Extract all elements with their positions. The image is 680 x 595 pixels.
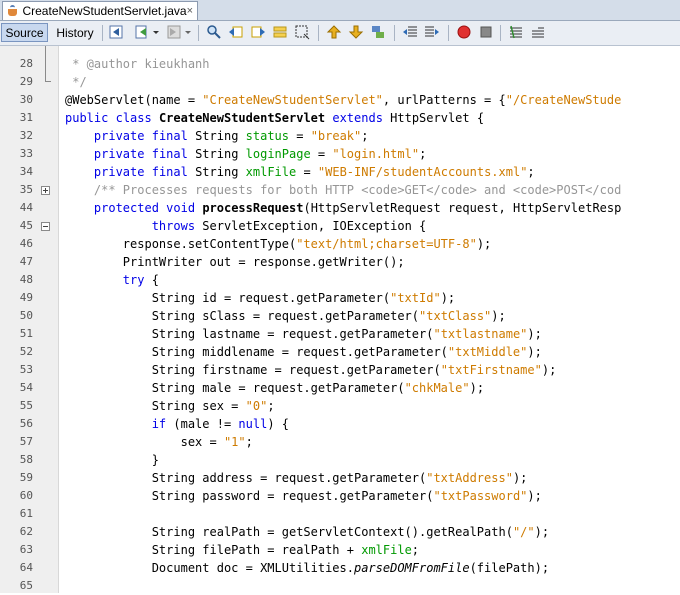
- line-number: 64: [19, 561, 33, 574]
- comment-icon[interactable]: [508, 24, 524, 40]
- close-tab-icon[interactable]: ×: [187, 5, 193, 17]
- line-number: 65: [19, 579, 33, 592]
- editor-toolbar: Source History: [0, 21, 680, 46]
- line-number: 57: [19, 435, 33, 448]
- line-number: 46: [19, 237, 33, 250]
- line-number: 51: [19, 327, 33, 340]
- source-view-button[interactable]: Source: [1, 23, 48, 42]
- code-line[interactable]: String firstname = request.getParameter(…: [65, 361, 557, 379]
- line-number: 33: [19, 147, 33, 160]
- find-next-icon[interactable]: [250, 24, 266, 40]
- last-edit-icon[interactable]: [108, 24, 124, 40]
- code-line[interactable]: private final String loginPage = "login.…: [65, 145, 426, 163]
- line-number: 45: [19, 219, 33, 232]
- code-line[interactable]: */: [65, 73, 86, 91]
- code-line[interactable]: String sex = "0";: [65, 397, 275, 415]
- code-line[interactable]: }: [65, 451, 159, 469]
- java-file-icon: [7, 5, 18, 17]
- start-macro-icon[interactable]: [456, 24, 472, 40]
- toolbar-separator: [198, 25, 199, 41]
- find-prev-icon[interactable]: [228, 24, 244, 40]
- line-number: 30: [19, 93, 33, 106]
- line-number-gutter: 28 29 30 31 32 33 34 35 44 45 46 47 48 49 50 51 52 53 54 55…: [0, 46, 59, 593]
- code-line[interactable]: String middlename = request.getParameter…: [65, 343, 542, 361]
- code-line[interactable]: Document doc = XMLUtilities.parseDOMFrom…: [65, 559, 549, 577]
- forward-icon[interactable]: [166, 24, 182, 40]
- code-line[interactable]: @WebServlet(name = "CreateNewStudentServ…: [65, 91, 621, 109]
- line-number: 31: [19, 111, 33, 124]
- forward-dropdown-icon[interactable]: [184, 24, 192, 40]
- expand-fold-icon[interactable]: [41, 186, 50, 195]
- line-number: 48: [19, 273, 33, 286]
- code-line[interactable]: response.setContentType("text/html;chars…: [65, 235, 491, 253]
- code-line[interactable]: throws ServletException, IOException {: [65, 217, 427, 235]
- line-number: 50: [19, 309, 33, 322]
- line-number: 63: [19, 543, 33, 556]
- code-line[interactable]: * @author kieukhanh: [65, 55, 209, 73]
- code-line[interactable]: String address = request.getParameter("t…: [65, 469, 528, 487]
- code-line[interactable]: protected void processRequest(HttpServle…: [65, 199, 621, 217]
- collapse-fold-icon[interactable]: [41, 222, 50, 231]
- prev-bookmark-icon[interactable]: [326, 24, 342, 40]
- toolbar-separator: [448, 25, 449, 41]
- code-editor[interactable]: * @author kieukhanh */@WebServlet(name =…: [59, 46, 680, 593]
- line-number: 49: [19, 291, 33, 304]
- line-number: 58: [19, 453, 33, 466]
- code-line[interactable]: String realPath = getServletContext().ge…: [65, 523, 549, 541]
- history-view-button[interactable]: History: [52, 23, 98, 42]
- code-line[interactable]: String filePath = realPath + xmlFile;: [65, 541, 419, 559]
- code-line[interactable]: try {: [65, 271, 159, 289]
- line-number: 59: [19, 471, 33, 484]
- shift-right-icon[interactable]: [424, 24, 440, 40]
- code-line[interactable]: private final String status = "break";: [65, 127, 369, 145]
- line-number: 55: [19, 399, 33, 412]
- code-line[interactable]: String id = request.getParameter("txtId"…: [65, 289, 455, 307]
- line-number: 34: [19, 165, 33, 178]
- toolbar-separator: [500, 25, 501, 41]
- line-number: 47: [19, 255, 33, 268]
- code-line[interactable]: sex = "1";: [65, 433, 253, 451]
- line-number: 53: [19, 363, 33, 376]
- code-line[interactable]: String lastname = request.getParameter("…: [65, 325, 542, 343]
- stop-macro-icon[interactable]: [478, 24, 494, 40]
- code-line[interactable]: PrintWriter out = response.getWriter();: [65, 253, 405, 271]
- line-number: 29: [19, 75, 33, 88]
- file-tab[interactable]: CreateNewStudentServlet.java ×: [2, 1, 198, 20]
- line-number: 44: [19, 201, 33, 214]
- uncomment-icon[interactable]: [530, 24, 546, 40]
- back-icon[interactable]: [134, 24, 150, 40]
- fold-guide-end: [45, 81, 51, 82]
- code-line[interactable]: if (male != null) {: [65, 415, 289, 433]
- code-line[interactable]: String password = request.getParameter("…: [65, 487, 542, 505]
- line-number: 56: [19, 417, 33, 430]
- line-number: 62: [19, 525, 33, 538]
- toolbar-separator: [318, 25, 319, 41]
- shift-left-icon[interactable]: [402, 24, 418, 40]
- line-number: 54: [19, 381, 33, 394]
- fold-guide: [45, 46, 46, 81]
- line-number: 52: [19, 345, 33, 358]
- code-line[interactable]: /** Processes requests for both HTTP <co…: [65, 181, 621, 199]
- toggle-highlight-icon[interactable]: [272, 24, 288, 40]
- line-number: 60: [19, 489, 33, 502]
- next-bookmark-icon[interactable]: [348, 24, 364, 40]
- code-line[interactable]: String sClass = request.getParameter("tx…: [65, 307, 506, 325]
- code-line[interactable]: private final String xmlFile = "WEB-INF/…: [65, 163, 535, 181]
- code-line[interactable]: public class CreateNewStudentServlet ext…: [65, 109, 484, 127]
- toggle-rect-select-icon[interactable]: [294, 24, 310, 40]
- line-number: 35: [19, 183, 33, 196]
- line-number: 32: [19, 129, 33, 142]
- line-number: 28: [19, 57, 33, 70]
- toggle-bookmark-icon[interactable]: [370, 24, 386, 40]
- find-icon[interactable]: [206, 24, 222, 40]
- toolbar-separator: [394, 25, 395, 41]
- line-number: 61: [19, 507, 33, 520]
- file-tab-label: CreateNewStudentServlet.java: [22, 4, 187, 18]
- toolbar-separator: [102, 25, 103, 41]
- back-dropdown-icon[interactable]: [152, 24, 160, 40]
- editor-tab-strip: CreateNewStudentServlet.java ×: [0, 0, 680, 21]
- code-line[interactable]: String male = request.getParameter("chkM…: [65, 379, 484, 397]
